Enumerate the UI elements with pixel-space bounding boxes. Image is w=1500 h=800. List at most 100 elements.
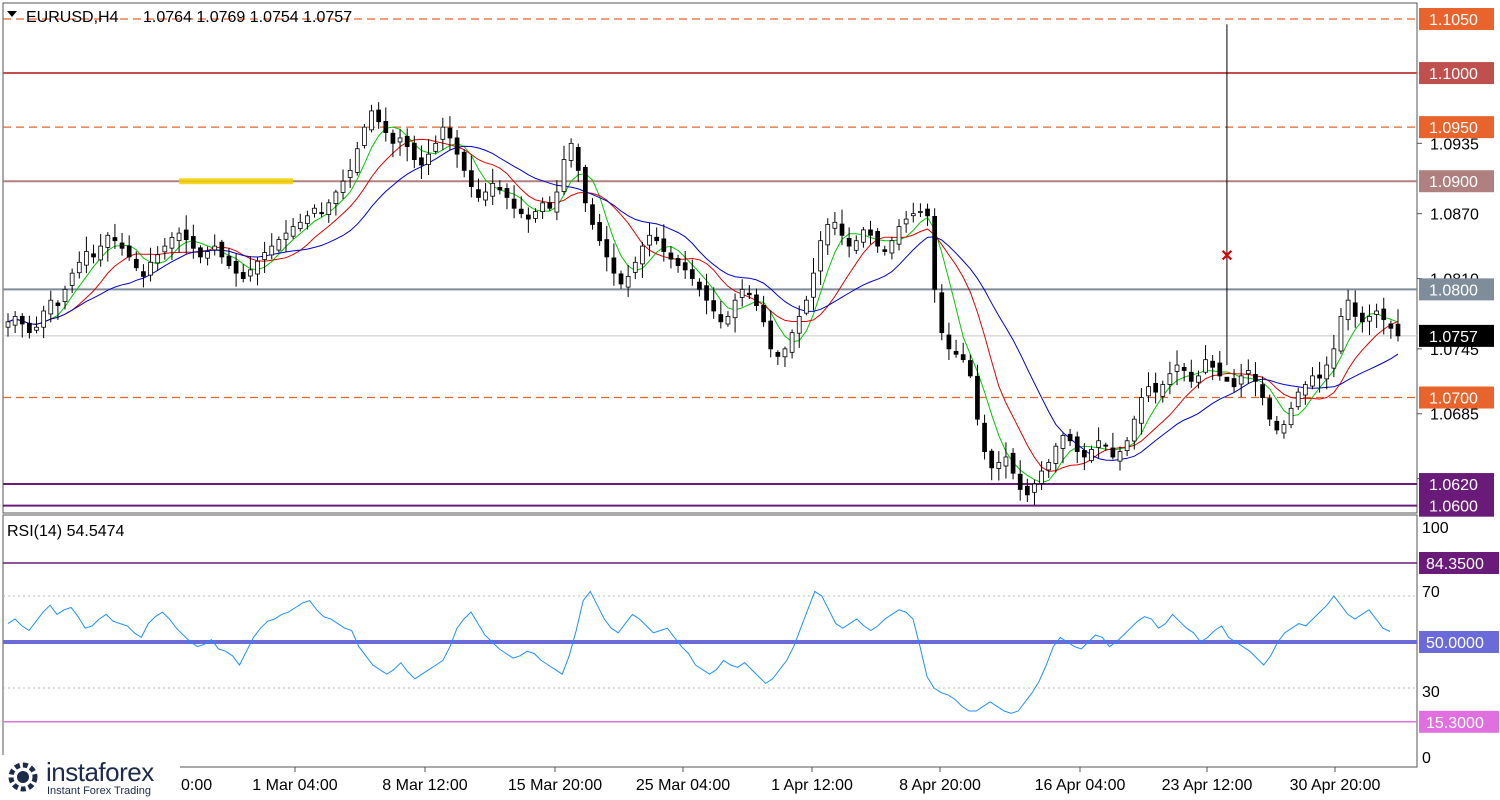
candle-body bbox=[754, 294, 759, 306]
candle-body bbox=[632, 261, 638, 273]
candle-body bbox=[283, 232, 289, 240]
candle-body bbox=[732, 299, 738, 319]
candle-body bbox=[1203, 359, 1208, 373]
candle-body bbox=[497, 186, 503, 191]
rsi-tag-label: 50.0000 bbox=[1426, 635, 1484, 652]
candle-body bbox=[148, 261, 153, 276]
candle-body bbox=[761, 304, 766, 323]
candle-body bbox=[618, 273, 624, 285]
candle-body bbox=[276, 239, 282, 251]
price-tag: 1.0900 bbox=[1419, 170, 1494, 193]
candle-body bbox=[362, 126, 367, 146]
brand-tagline: Instant Forex Trading bbox=[47, 785, 151, 797]
candle-body bbox=[711, 300, 717, 312]
candle-body bbox=[1360, 312, 1365, 323]
candle-body bbox=[447, 127, 453, 139]
candle-body bbox=[41, 310, 46, 328]
price-tag-label: 1.1050 bbox=[1429, 12, 1478, 29]
candle-body bbox=[290, 226, 296, 237]
candle-body bbox=[818, 240, 823, 272]
candle-body bbox=[326, 202, 332, 215]
candle-body bbox=[1046, 462, 1052, 471]
candle-body bbox=[1381, 308, 1387, 321]
rsi-level-tag: 84.3500 bbox=[1419, 551, 1499, 574]
candle-body bbox=[1167, 373, 1173, 385]
candle-body bbox=[526, 214, 531, 220]
candle-body bbox=[1196, 375, 1201, 383]
candle-body bbox=[1245, 370, 1251, 375]
gear-logo-icon bbox=[8, 762, 38, 792]
candle-body bbox=[647, 234, 652, 246]
time-tick-label: 8 Apr 20:00 bbox=[899, 777, 981, 794]
candle-body bbox=[198, 247, 203, 258]
ohlc-values: 1.0764 1.0769 1.0754 1.0757 bbox=[143, 9, 352, 26]
candle-body bbox=[739, 288, 745, 298]
candle-body bbox=[376, 109, 382, 123]
candle-body bbox=[169, 237, 175, 249]
rsi-level-tag: 15.3000 bbox=[1419, 710, 1499, 733]
candle-body bbox=[433, 142, 439, 152]
price-tag-label: 1.0620 bbox=[1429, 477, 1478, 494]
time-tick-label: 16 Apr 04:00 bbox=[1035, 777, 1126, 794]
candle-body bbox=[889, 240, 895, 254]
price-tag: 1.0620 bbox=[1419, 473, 1494, 496]
candle-body bbox=[1096, 440, 1101, 448]
candle-body bbox=[1281, 424, 1287, 434]
candle-body bbox=[126, 245, 132, 258]
time-axis: 16 Feb 20:0022 Feb 20:001 Mar 04:008 Mar… bbox=[0, 767, 1380, 794]
candle-body bbox=[953, 351, 959, 355]
candle-body bbox=[882, 249, 888, 252]
candle-body bbox=[1160, 384, 1166, 397]
candle-body bbox=[1295, 391, 1301, 408]
candle-body bbox=[1067, 433, 1073, 442]
candle-body bbox=[939, 292, 945, 334]
candle-body bbox=[718, 314, 724, 323]
candle-body bbox=[1367, 316, 1372, 322]
time-tick-label: 25 Mar 04:00 bbox=[636, 777, 730, 794]
candle-body bbox=[1060, 434, 1066, 449]
candle-body bbox=[511, 198, 517, 209]
candle-body bbox=[796, 316, 802, 334]
price-tag-label: 1.1000 bbox=[1429, 66, 1478, 83]
candle-body bbox=[226, 255, 232, 266]
candle-body bbox=[176, 232, 182, 242]
candle-body bbox=[1082, 450, 1087, 458]
candle-body bbox=[312, 207, 317, 214]
rsi-tick-label: 70 bbox=[1422, 584, 1440, 601]
candle-body bbox=[1153, 382, 1158, 393]
price-tag-label: 1.0950 bbox=[1429, 120, 1478, 137]
price-tick-label: 1.0685 bbox=[1430, 407, 1479, 424]
candle-body bbox=[640, 245, 645, 265]
candle-body bbox=[597, 222, 602, 242]
candle-body bbox=[419, 157, 424, 166]
candle-body bbox=[1345, 299, 1351, 321]
candle-body bbox=[48, 299, 54, 315]
candle-body bbox=[112, 237, 118, 242]
candle-body bbox=[675, 258, 681, 266]
candle-body bbox=[910, 213, 916, 217]
candle-body bbox=[98, 245, 104, 261]
signal-x-icon: ✕ bbox=[1220, 248, 1233, 265]
price-tag: 1.0757 bbox=[1419, 324, 1494, 347]
candle-body bbox=[1388, 323, 1394, 329]
candle-body bbox=[775, 351, 781, 357]
price-tag-label: 1.0900 bbox=[1429, 174, 1478, 191]
candle-body bbox=[1010, 452, 1016, 474]
price-tag: 1.1050 bbox=[1419, 7, 1494, 30]
candle-body bbox=[1331, 348, 1337, 369]
candle-body bbox=[1231, 378, 1237, 388]
time-tick-label: 8 Mar 12:00 bbox=[382, 777, 467, 794]
candle-body bbox=[1317, 374, 1322, 379]
candle-body bbox=[689, 269, 695, 279]
signal-marker: ✕ bbox=[1220, 248, 1233, 265]
candle-body bbox=[1117, 451, 1123, 462]
candle-body bbox=[1124, 440, 1130, 452]
candle-body bbox=[461, 151, 467, 171]
candle-body bbox=[1039, 470, 1044, 484]
candle-body bbox=[1338, 316, 1344, 352]
candle-body bbox=[91, 253, 96, 258]
candle-body bbox=[404, 136, 410, 148]
candle-body bbox=[575, 147, 581, 171]
candle-body bbox=[347, 169, 353, 178]
price-tag-label: 1.0800 bbox=[1429, 282, 1478, 299]
